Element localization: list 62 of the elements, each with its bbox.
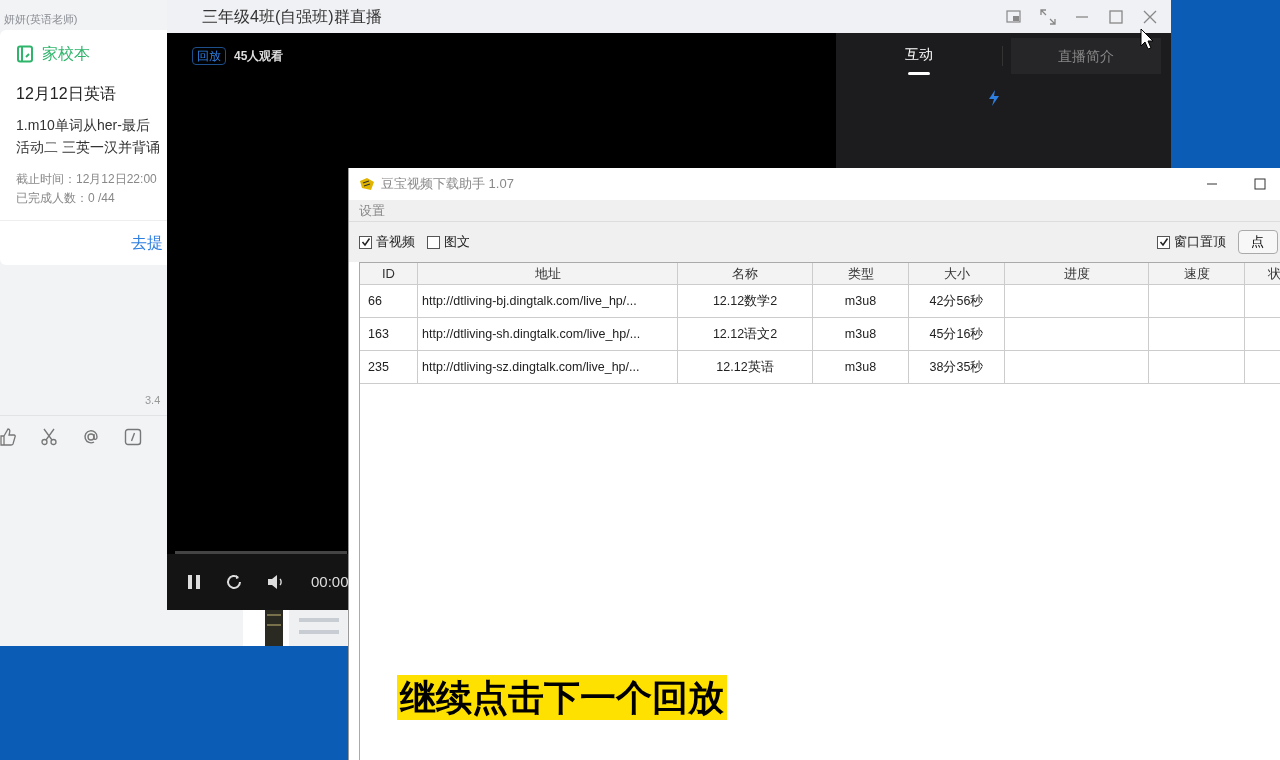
progress-track[interactable] (175, 551, 347, 554)
column-header[interactable]: 地址 (418, 263, 678, 284)
close-icon[interactable] (1142, 8, 1158, 25)
subtitle-caption: 继续点击下一个回放 (397, 675, 727, 720)
window-title: 豆宝视频下载助手 1.07 (381, 175, 514, 194)
table-cell: http://dtliving-bj.dingtalk.com/live_hp/... (418, 285, 678, 317)
fullscreen-icon[interactable] (1040, 8, 1056, 25)
table-cell: 66 (360, 285, 418, 317)
command-icon[interactable] (124, 428, 142, 446)
playback-time: 00:00 (311, 571, 349, 592)
checkbox[interactable] (1157, 235, 1170, 249)
start-button[interactable]: 点 (1238, 230, 1278, 254)
checkbox-label: 窗口置顶 (1174, 233, 1226, 252)
column-header[interactable]: 速度 (1149, 263, 1245, 284)
column-header[interactable]: 进度 (1005, 263, 1149, 284)
table-cell: http://dtliving-sh.dingtalk.com/live_hp/... (418, 318, 678, 350)
checkbox-label: 音视频 (376, 233, 415, 252)
column-header[interactable]: 状 (1245, 263, 1280, 284)
deadline-text: 截止时间：12月12日22:00 (15, 171, 158, 188)
lightning-icon (986, 89, 1001, 107)
notebook-icon (16, 45, 34, 63)
sender-name: 妍妍(英语老师) (4, 12, 78, 27)
checkbox[interactable] (359, 235, 372, 249)
table-cell: 12.12数学2 (678, 285, 813, 317)
scissors-icon[interactable] (40, 428, 58, 446)
mouse-cursor-icon (1140, 28, 1154, 50)
card-title: 12月12日英语 (15, 84, 117, 104)
completed-text: 已完成人数：0 /44 (15, 190, 116, 207)
column-header[interactable]: 名称 (678, 263, 813, 284)
replay-badge: 回放 (192, 47, 226, 65)
replay-icon[interactable] (225, 573, 243, 591)
window-title: 三年级4班(自强班)群直播 (202, 6, 382, 27)
tab[interactable]: 直播简介 (1011, 38, 1161, 74)
column-header[interactable]: 类型 (813, 263, 909, 284)
app-logo-icon (359, 177, 375, 191)
table-cell: http://dtliving-sz.dingtalk.com/live_hp/... (418, 351, 678, 383)
checkbox-label: 图文 (444, 233, 470, 252)
table-cell: 45分16秒 (909, 318, 1005, 350)
column-header[interactable]: ID (360, 263, 418, 284)
message-meta: 3.4 (145, 393, 161, 408)
card-text: 活动二 三英一汉并背诵 (16, 138, 161, 157)
table-cell: 42分56秒 (909, 285, 1005, 317)
table-cell: m3u8 (813, 318, 909, 350)
at-icon[interactable] (82, 428, 100, 446)
table-cell: 38分35秒 (909, 351, 1005, 383)
table-cell: m3u8 (813, 351, 909, 383)
checkbox[interactable] (427, 235, 440, 249)
table-cell: m3u8 (813, 285, 909, 317)
card-text: 1.m10单词从her-最后 (16, 116, 151, 135)
thumbs-up-icon[interactable] (0, 428, 16, 446)
submit-link[interactable]: 去提 (131, 231, 163, 255)
viewer-count: 45人观看 (234, 48, 284, 65)
table-cell: 12.12英语 (678, 351, 813, 383)
app-name: 家校本 (42, 44, 90, 64)
pip-icon[interactable] (1006, 9, 1022, 24)
tab[interactable]: 互动 (844, 36, 994, 76)
table-cell: 12.12语文2 (678, 318, 813, 350)
column-header[interactable]: 大小 (909, 263, 1005, 284)
pause-icon[interactable] (187, 574, 201, 590)
maximize-icon[interactable] (1254, 178, 1266, 190)
table-cell: 235 (360, 351, 418, 383)
table-cell: 163 (360, 318, 418, 350)
